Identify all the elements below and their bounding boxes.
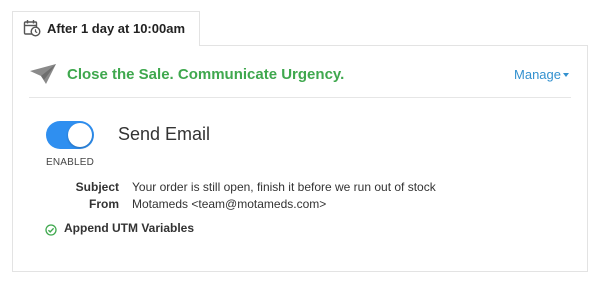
automation-card: Close the Sale. Communicate Urgency. Man… bbox=[12, 45, 588, 272]
schedule-tab: After 1 day at 10:00am bbox=[12, 11, 200, 46]
manage-dropdown[interactable]: Manage bbox=[514, 67, 569, 82]
toggle-status-label: ENABLED bbox=[46, 157, 95, 168]
check-circle-icon bbox=[45, 223, 57, 236]
enabled-toggle[interactable] bbox=[46, 121, 94, 149]
from-value: Motameds <team@motameds.com> bbox=[132, 197, 327, 211]
action-title: Send Email bbox=[118, 124, 211, 144]
calendar-clock-icon bbox=[23, 19, 41, 37]
paper-plane-icon bbox=[29, 63, 57, 85]
card-title: Close the Sale. Communicate Urgency. bbox=[67, 66, 345, 83]
caret-down-icon bbox=[563, 72, 569, 77]
schedule-label: After 1 day at 10:00am bbox=[47, 21, 186, 36]
subject-label: Subject bbox=[75, 180, 119, 194]
toggle-knob bbox=[68, 123, 92, 147]
manage-label: Manage bbox=[514, 67, 561, 82]
utm-variables-label: Append UTM Variables bbox=[64, 221, 195, 235]
from-label: From bbox=[89, 197, 119, 211]
card-header: Close the Sale. Communicate Urgency. Man… bbox=[29, 46, 571, 98]
subject-value: Your order is still open, finish it befo… bbox=[132, 180, 436, 194]
